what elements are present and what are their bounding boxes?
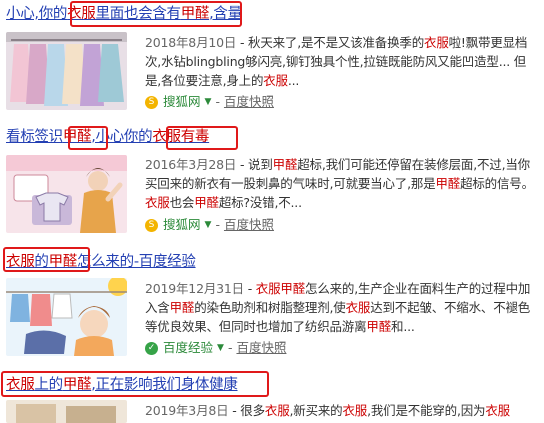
text-segment: ,我们是不能穿的,因为 xyxy=(367,403,486,418)
highlighted-keyword: 衣服 xyxy=(263,73,288,88)
result-snippet: 2019年12月31日 - 衣服甲醛怎么来的,生产企业在面料生产的过程中加入含甲… xyxy=(145,279,537,336)
result-date: 2016年3月28日 xyxy=(145,157,237,172)
highlighted-keyword: 衣服 xyxy=(424,35,449,50)
result-snippet: 2019年3月8日 - 很多衣服,新买来的衣服,我们是不能穿的,因为衣服 xyxy=(145,401,537,420)
highlighted-keyword: 甲醛 xyxy=(272,157,298,172)
text-segment: 看标签识 xyxy=(6,129,63,145)
highlight-box xyxy=(68,126,108,150)
text-segment: ,新买来的 xyxy=(289,403,343,418)
result-snippet: 2016年3月28日 - 说到甲醛超标,我们可能还停留在装修层面,不过,当你买回… xyxy=(145,155,537,212)
text-segment: 超标?没错,不... xyxy=(218,195,302,210)
highlight-box xyxy=(70,1,242,27)
highlighted-keyword: 甲醛 xyxy=(435,176,461,191)
text-segment: ... xyxy=(287,73,300,88)
text-segment: 小心,你的 xyxy=(6,6,68,22)
baidu-jingyan-icon: ✓ xyxy=(145,341,158,355)
text-segment: 超标的信号。 xyxy=(460,176,534,191)
highlighted-keyword: 甲醛 xyxy=(169,300,195,315)
highlighted-keyword: 衣服 xyxy=(345,300,371,315)
cache-link[interactable]: 百度快照 xyxy=(224,216,274,234)
sohu-icon: S xyxy=(145,95,158,109)
text-segment: 的染色助剂和树脂整理剂,使 xyxy=(194,300,346,315)
result-snippet: 2018年8月10日 - 秋天来了,是不是又该准备换季的衣服啦!飘带更显档次,水… xyxy=(145,33,537,90)
result-thumbnail[interactable] xyxy=(6,32,127,110)
result-date: 2019年12月31日 xyxy=(145,281,244,296)
chevron-down-icon[interactable]: ▼ xyxy=(217,339,224,357)
text-segment: 怎么来的-百度经验 xyxy=(77,254,196,270)
highlighted-keyword: 衣服 xyxy=(485,403,510,418)
result-thumbnail[interactable] xyxy=(6,400,127,423)
text-segment: - 很多 xyxy=(228,403,265,418)
cache-link[interactable]: 百度快照 xyxy=(224,93,274,111)
text-segment: - 秋天来了,是不是又该准备换季的 xyxy=(236,35,425,50)
source-name[interactable]: 搜狐网 xyxy=(163,216,201,234)
sohu-icon: S xyxy=(145,218,158,232)
text-segment: 也会 xyxy=(169,195,195,210)
highlighted-keyword: 衣服 xyxy=(264,403,290,418)
chevron-down-icon[interactable]: ▼ xyxy=(205,93,212,111)
text-segment: - xyxy=(243,281,256,296)
result-source: ✓ 百度经验 ▼ - 百度快照 xyxy=(145,339,286,357)
source-name[interactable]: 百度经验 xyxy=(163,339,213,357)
result-thumbnail[interactable] xyxy=(6,278,127,356)
text-segment: 和... xyxy=(391,319,415,334)
highlighted-keyword: 衣服 xyxy=(145,195,170,210)
text-segment: - 说到 xyxy=(236,157,273,172)
chevron-down-icon[interactable]: ▼ xyxy=(205,216,212,234)
result-date: 2018年8月10日 xyxy=(145,35,237,50)
result-source: S 搜狐网 ▼ - 百度快照 xyxy=(145,93,274,111)
highlighted-keyword: 甲醛 xyxy=(280,281,306,296)
source-name[interactable]: 搜狐网 xyxy=(163,93,201,111)
highlight-box xyxy=(3,247,90,272)
result-thumbnail[interactable] xyxy=(6,155,127,233)
result-source: S 搜狐网 ▼ - 百度快照 xyxy=(145,216,274,234)
highlight-box xyxy=(166,126,238,150)
highlighted-keyword: 甲醛 xyxy=(194,195,219,210)
highlighted-keyword: 甲醛 xyxy=(366,319,392,334)
highlight-box xyxy=(1,371,269,397)
highlighted-keyword: 衣服 xyxy=(255,281,281,296)
result-date: 2019年3月8日 xyxy=(145,403,229,418)
cache-link[interactable]: 百度快照 xyxy=(236,339,286,357)
highlighted-keyword: 衣服 xyxy=(342,403,368,418)
